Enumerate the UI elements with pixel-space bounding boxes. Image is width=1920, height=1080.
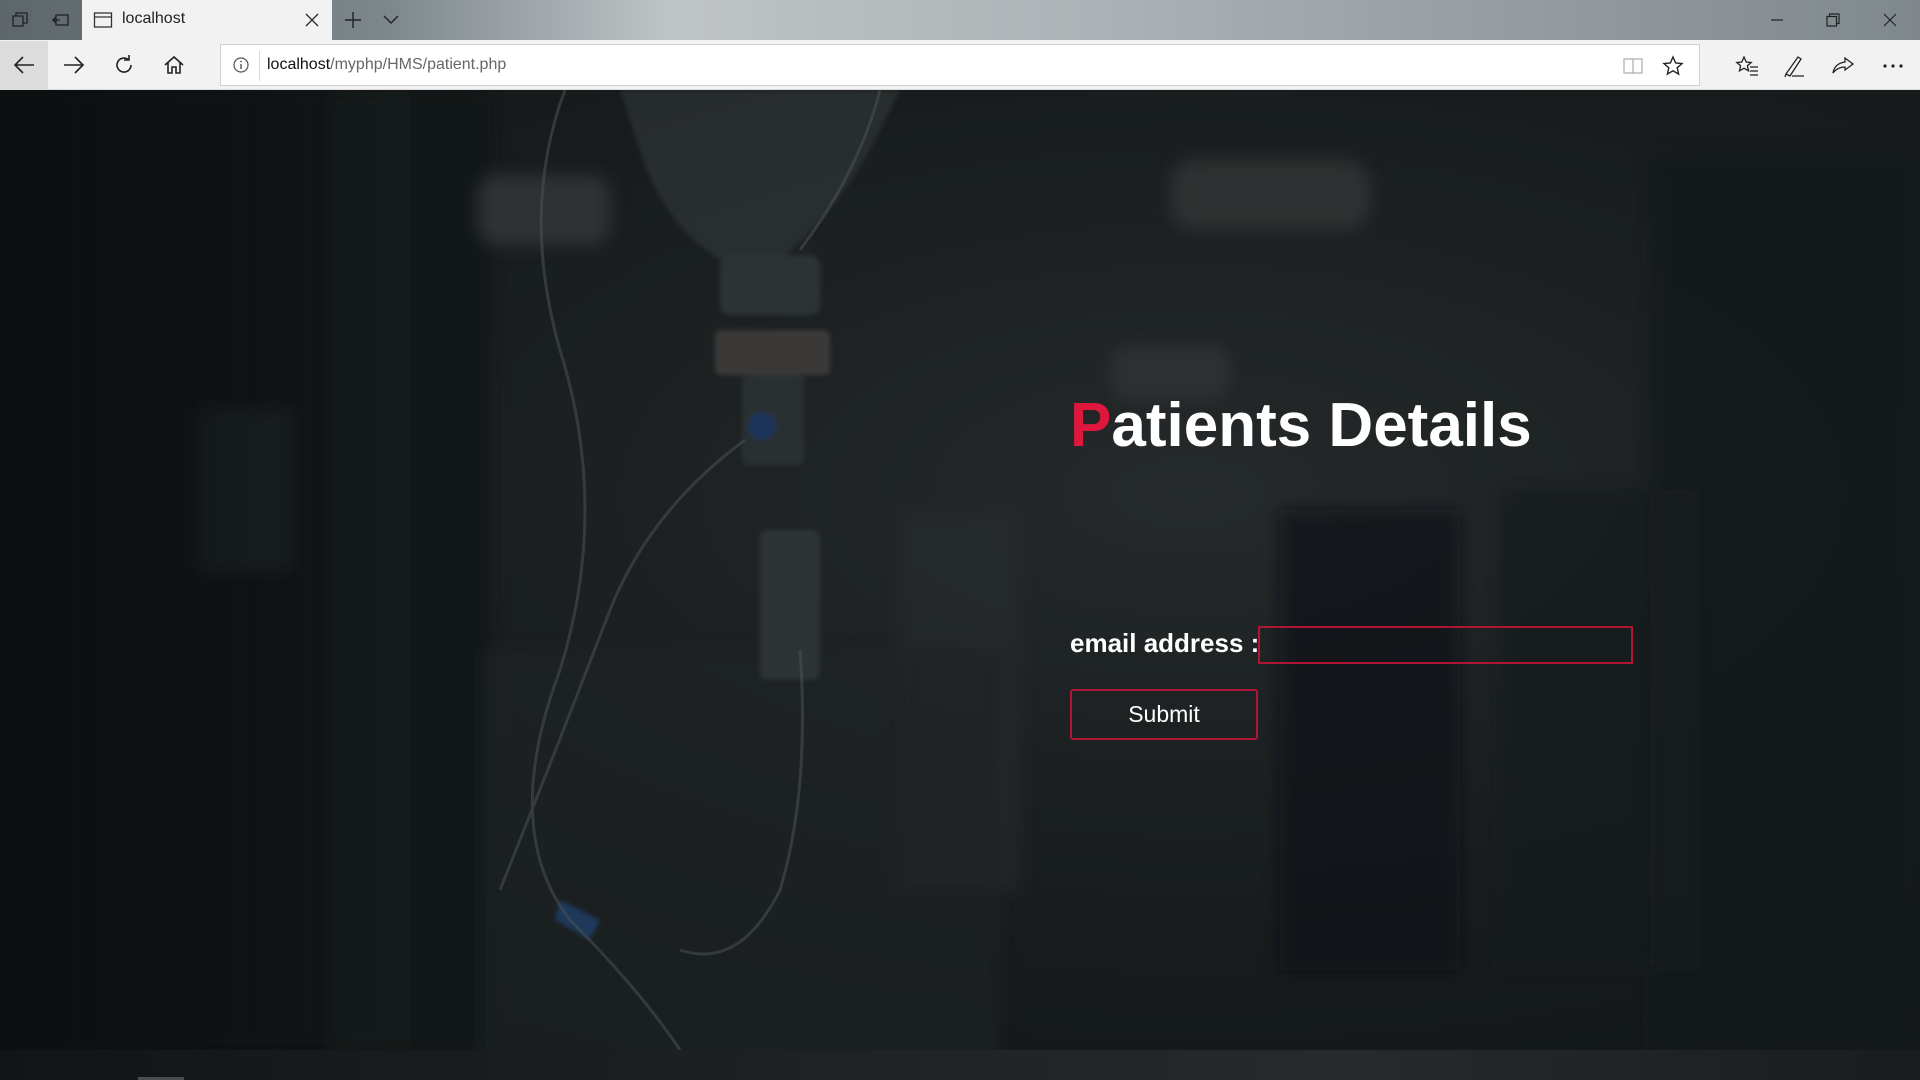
background-image bbox=[0, 90, 1920, 1050]
close-icon[interactable] bbox=[300, 8, 324, 32]
page-viewport: Patients Details email address : Submit bbox=[0, 90, 1920, 1050]
info-icon[interactable] bbox=[231, 55, 251, 75]
restore-icon[interactable] bbox=[1806, 0, 1860, 40]
tab-title: localhost bbox=[122, 10, 186, 27]
address-divider bbox=[259, 51, 260, 81]
close-icon[interactable] bbox=[1863, 0, 1917, 40]
forward-arrow-icon[interactable] bbox=[50, 41, 98, 89]
chevron-down-icon[interactable] bbox=[378, 8, 404, 32]
back-arrow-icon[interactable] bbox=[0, 41, 48, 89]
pen-icon[interactable] bbox=[1781, 53, 1807, 79]
home-icon[interactable] bbox=[150, 41, 198, 89]
minimize-icon[interactable] bbox=[1750, 0, 1804, 40]
share-icon[interactable] bbox=[1830, 53, 1856, 79]
reading-view-icon[interactable] bbox=[1621, 54, 1645, 78]
address-host: localhost bbox=[267, 56, 331, 73]
refresh-icon[interactable] bbox=[100, 41, 148, 89]
page-title-rest: atients Details bbox=[1111, 391, 1532, 460]
star-icon[interactable] bbox=[1661, 54, 1685, 78]
more-icon[interactable] bbox=[1880, 53, 1906, 79]
address-text[interactable]: localhost/myphp/HMS/patient.php bbox=[267, 56, 506, 74]
browser-tab[interactable]: localhost bbox=[82, 0, 332, 40]
title-bar: localhost bbox=[0, 0, 1920, 40]
plus-icon[interactable] bbox=[340, 8, 366, 32]
set-aside-icon[interactable] bbox=[48, 8, 72, 32]
page-title: Patients Details bbox=[1070, 390, 1532, 461]
page-icon bbox=[92, 9, 114, 31]
submit-button[interactable]: Submit bbox=[1070, 689, 1258, 740]
address-bar[interactable]: localhost/myphp/HMS/patient.php bbox=[220, 44, 1700, 86]
email-label: email address : bbox=[1070, 628, 1260, 658]
page-title-accent-letter: P bbox=[1070, 391, 1112, 460]
favorites-icon[interactable] bbox=[1734, 53, 1760, 79]
tab-actions-icon[interactable] bbox=[8, 8, 32, 32]
browser-toolbar: localhost/myphp/HMS/patient.php bbox=[0, 40, 1920, 90]
email-field[interactable] bbox=[1258, 626, 1633, 664]
bottom-strip bbox=[0, 1050, 1920, 1080]
address-path: /myphp/HMS/patient.php bbox=[330, 56, 507, 73]
